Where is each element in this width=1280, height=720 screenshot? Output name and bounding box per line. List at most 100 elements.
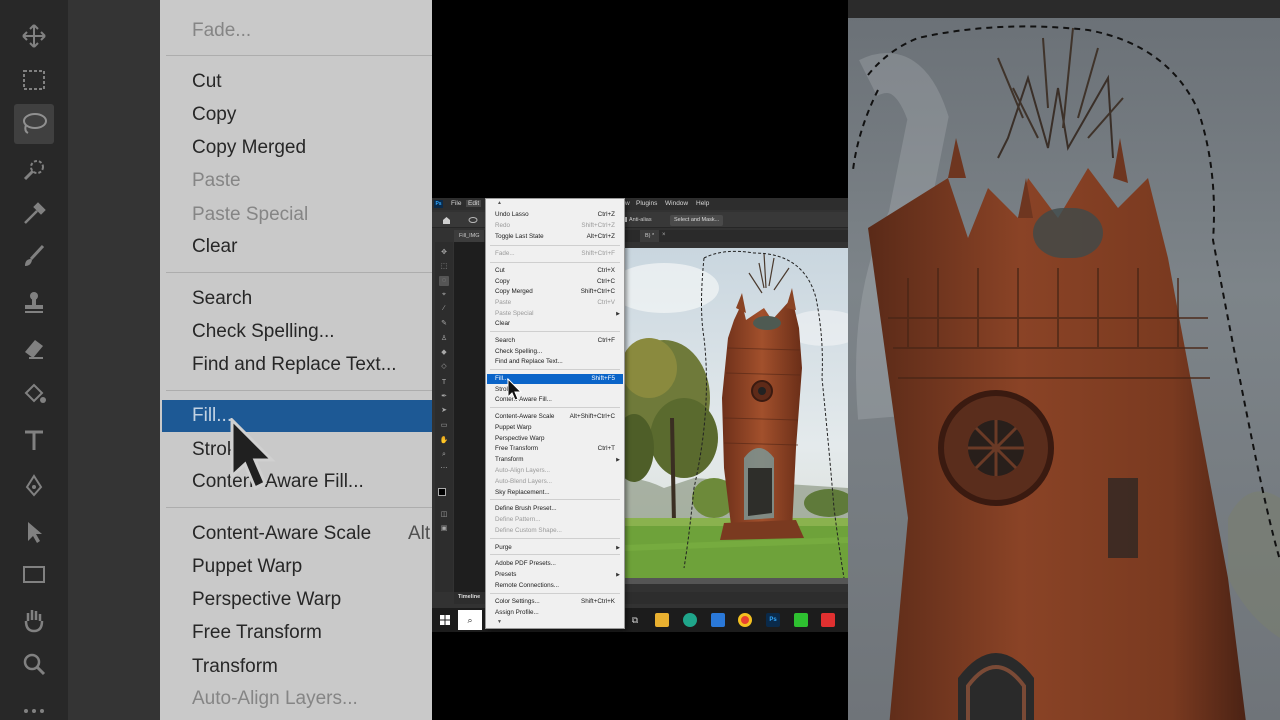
edit-menu-item-toggle-last-state[interactable]: Toggle Last State — [495, 233, 544, 240]
quick-selection-tool-icon[interactable] — [14, 150, 54, 190]
foreground-color-swatch[interactable] — [438, 488, 446, 496]
brush-tool-icon[interactable] — [14, 236, 54, 276]
marquee-tool-icon[interactable] — [14, 60, 54, 100]
edit-menu-item-define-brush-preset[interactable]: Define Brush Preset... — [495, 505, 557, 512]
path-selection-tool-icon[interactable] — [14, 512, 54, 552]
zoomed-item-puppet-warp[interactable]: Puppet Warp — [192, 556, 302, 578]
timeline-label[interactable]: Timeline — [458, 594, 480, 600]
rectangle-tool-icon[interactable] — [14, 554, 54, 594]
lasso-tool-icon[interactable] — [14, 104, 54, 144]
windows-start-icon[interactable] — [440, 615, 450, 625]
lasso-tool-small-icon[interactable]: ◌ — [439, 276, 449, 286]
edit-menu-item-copy[interactable]: Copy — [495, 278, 510, 285]
menu-help[interactable]: Help — [696, 200, 709, 207]
edit-menu-item-content-aware-scale[interactable]: Content-Aware Scale — [495, 413, 554, 420]
type-tool-icon[interactable] — [14, 420, 54, 460]
edit-menu-item-perspective-warp[interactable]: Perspective Warp — [495, 435, 544, 442]
scroll-down-icon[interactable]: ▼ — [497, 619, 502, 625]
edit-menu-item-remote-connections[interactable]: Remote Connections... — [495, 582, 559, 589]
brush-small-icon[interactable]: ✎ — [439, 319, 449, 329]
quick-select-small-icon[interactable]: ⌖ — [439, 290, 449, 300]
edit-menu-shortcut-fade: Shift+Ctrl+F — [581, 250, 615, 257]
taskbar-search-icon[interactable]: ⌕ — [458, 610, 482, 630]
menu-edit[interactable]: Edit — [466, 200, 482, 207]
edit-menu-item-purge[interactable]: Purge — [495, 544, 512, 551]
tab-document[interactable]: Fill_IMG — [454, 230, 485, 242]
eyedropper-small-icon[interactable]: ∕ — [439, 304, 449, 314]
zoomed-item-find-replace[interactable]: Find and Replace Text... — [192, 354, 397, 376]
edit-menu-item-search[interactable]: Search — [495, 337, 515, 344]
type-small-icon[interactable]: T — [439, 378, 449, 388]
edit-menu-item-check-spelling[interactable]: Check Spelling... — [495, 348, 542, 355]
more-tools-icon[interactable] — [14, 688, 54, 720]
more-small-icon[interactable]: ⋯ — [439, 464, 449, 474]
zoomed-item-search[interactable]: Search — [192, 288, 252, 310]
edit-menu-item-content-aware-fill[interactable]: Content-Aware Fill... — [495, 396, 552, 403]
zoom-tool-icon[interactable] — [14, 644, 54, 684]
rectangle-small-icon[interactable]: ▭ — [439, 421, 449, 431]
menu-window[interactable]: Window — [665, 200, 688, 207]
edit-menu-item-color-settings[interactable]: Color Settings... — [495, 598, 540, 605]
menu-file[interactable]: File — [451, 200, 461, 207]
quick-mask-small-icon[interactable]: ◫ — [439, 510, 449, 520]
edit-menu-item-find-and-replace-text[interactable]: Find and Replace Text... — [495, 358, 563, 365]
marquee-tool-small-icon[interactable]: ⬚ — [439, 262, 449, 272]
hand-small-icon[interactable]: ✋ — [439, 436, 449, 446]
zoomed-item-clear[interactable]: Clear — [192, 236, 237, 258]
photoshop-taskbar-icon[interactable]: Ps — [766, 613, 780, 627]
edit-menu-item-sky-replacement[interactable]: Sky Replacement... — [495, 489, 550, 496]
eraser-small-icon[interactable]: ◆ — [439, 348, 449, 358]
pen-small-icon[interactable]: ✒ — [439, 392, 449, 402]
zoomed-item-free-transform[interactable]: Free Transform — [192, 622, 322, 644]
paint-bucket-tool-icon[interactable] — [14, 374, 54, 414]
menu-plugins[interactable]: Plugins — [636, 200, 657, 207]
chrome-icon[interactable] — [738, 613, 752, 627]
edit-menu-item-cut[interactable]: Cut — [495, 267, 505, 274]
anti-alias-checkbox[interactable]: Anti-alias — [622, 217, 652, 223]
file-explorer-icon[interactable] — [655, 613, 669, 627]
select-and-mask-button[interactable]: Select and Mask... — [670, 215, 724, 226]
zoomed-item-check-spelling[interactable]: Check Spelling... — [192, 321, 335, 343]
zoomed-item-content-aware-scale[interactable]: Content-Aware Scale — [192, 523, 371, 545]
stamp-small-icon[interactable]: ♙ — [439, 334, 449, 344]
stamp-tool-icon[interactable] — [14, 282, 54, 322]
app-icon[interactable] — [711, 613, 725, 627]
edit-menu-item-adobe-pdf-presets[interactable]: Adobe PDF Presets... — [495, 560, 556, 567]
scroll-up-icon[interactable]: ▲ — [497, 200, 502, 206]
edit-menu-item-undo-lasso[interactable]: Undo Lasso — [495, 211, 529, 218]
tab-close-icon[interactable]: × — [662, 232, 666, 238]
home-icon[interactable] — [442, 216, 451, 224]
camtasia-icon[interactable] — [794, 613, 808, 627]
horizontal-scrollbar[interactable] — [624, 578, 848, 584]
zoomed-item-transform[interactable]: Transform — [192, 656, 278, 678]
bucket-small-icon[interactable]: ◇ — [439, 362, 449, 372]
edit-menu-item-presets[interactable]: Presets — [495, 571, 516, 578]
move-tool-small-icon[interactable]: ✥ — [439, 248, 449, 258]
menu-view-fragment[interactable]: w — [625, 200, 630, 207]
hand-tool-icon[interactable] — [14, 600, 54, 640]
tab-document-active[interactable]: B) * — [640, 230, 660, 242]
zoom-small-icon[interactable]: ⌕ — [439, 450, 449, 460]
task-view-icon[interactable]: ⧉ — [628, 613, 642, 627]
screen-mode-small-icon[interactable]: ▣ — [439, 524, 449, 534]
edit-menu-item-free-transform[interactable]: Free Transform — [495, 445, 538, 452]
zoomed-item-copy-merged[interactable]: Copy Merged — [192, 137, 306, 159]
recorder-icon[interactable] — [821, 613, 835, 627]
move-tool-icon[interactable] — [14, 16, 54, 56]
edit-menu-item-clear[interactable]: Clear — [495, 320, 510, 327]
eraser-tool-icon[interactable] — [14, 328, 54, 368]
path-select-small-icon[interactable]: ➤ — [439, 406, 449, 416]
eyedropper-tool-icon[interactable] — [14, 194, 54, 234]
zoomed-item-cut[interactable]: Cut — [192, 71, 222, 93]
edge-browser-icon[interactable] — [683, 613, 697, 627]
photo-canvas[interactable] — [624, 248, 848, 578]
lasso-option-icon[interactable] — [468, 217, 478, 224]
edit-menu-item-assign-profile[interactable]: Assign Profile... — [495, 609, 539, 616]
edit-menu-item-transform[interactable]: Transform — [495, 456, 523, 463]
edit-menu-item-copy-merged[interactable]: Copy Merged — [495, 288, 533, 295]
pen-tool-icon[interactable] — [14, 466, 54, 506]
edit-menu-item-puppet-warp[interactable]: Puppet Warp — [495, 424, 532, 431]
zoomed-item-perspective-warp[interactable]: Perspective Warp — [192, 589, 341, 611]
zoomed-item-copy[interactable]: Copy — [192, 104, 236, 126]
zoomed-item-fill[interactable]: Fill... — [192, 405, 232, 427]
